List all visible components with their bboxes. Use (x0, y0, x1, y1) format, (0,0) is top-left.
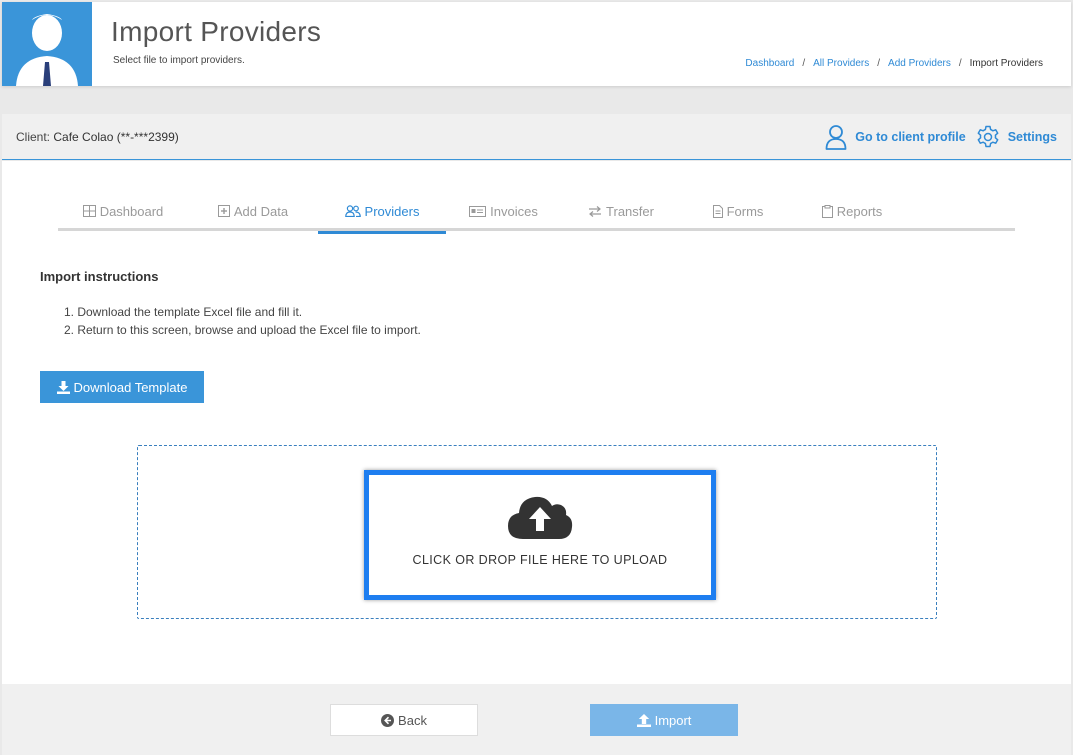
download-icon (56, 380, 70, 394)
footer-bar: Back Import (2, 684, 1071, 755)
page-subtitle: Select file to import providers. (113, 55, 245, 66)
tab-dashboard-label: Dashboard (99, 203, 164, 219)
instruction-step: Return to this screen, browse and upload… (64, 321, 421, 339)
tab-reports[interactable]: Reports (795, 191, 909, 231)
tab-forms-label: Forms (726, 203, 764, 219)
page-title: Import Providers (111, 16, 322, 47)
tab-invoices-label: Invoices (490, 203, 538, 219)
go-to-client-profile-label: Go to client profile (855, 130, 966, 144)
download-template-label: Download Template (73, 379, 188, 395)
user-avatar (2, 2, 92, 86)
exchange-icon (589, 205, 602, 217)
instruction-step: Download the template Excel file and fil… (64, 303, 421, 321)
settings-link[interactable]: Settings (976, 125, 1057, 149)
tab-bar: Dashboard Add Data Providers Invoices Tr… (58, 191, 1015, 234)
download-template-button[interactable]: Download Template (40, 371, 204, 403)
tab-reports-label: Reports (836, 203, 883, 219)
instructions-title: Import instructions (40, 269, 159, 284)
instructions-list: Download the template Excel file and fil… (64, 303, 421, 339)
back-button[interactable]: Back (330, 704, 478, 736)
cloud-upload-icon (508, 496, 573, 539)
upload-icon (636, 713, 651, 727)
import-button[interactable]: Import (590, 704, 738, 736)
back-button-label: Back (398, 712, 427, 728)
client-bar: Client: Cafe Colao (**-***2399) Go to cl… (2, 114, 1071, 160)
tab-add-data-label: Add Data (233, 203, 289, 219)
client-info: Client: Cafe Colao (**-***2399) (16, 130, 179, 144)
breadcrumb-separator: / (958, 58, 962, 69)
gear-icon (977, 125, 999, 148)
tab-add-data[interactable]: Add Data (188, 191, 318, 231)
grid-icon (82, 205, 96, 217)
tab-dashboard[interactable]: Dashboard (58, 191, 188, 231)
clipboard-icon (821, 204, 833, 218)
tab-forms[interactable]: Forms (681, 191, 795, 231)
client-label: Client: (16, 130, 51, 144)
arrow-circle-left-icon (381, 713, 395, 727)
breadcrumb-dashboard[interactable]: Dashboard (745, 58, 794, 69)
file-dropzone[interactable]: CLICK OR DROP FILE HERE TO UPLOAD (137, 445, 937, 619)
breadcrumb-separator: / (802, 58, 806, 69)
upload-instruction-text: CLICK OR DROP FILE HERE TO UPLOAD (412, 553, 668, 567)
breadcrumb-separator: / (877, 58, 881, 69)
import-button-label: Import (654, 712, 692, 728)
document-icon (712, 204, 723, 218)
user-silhouette-icon (16, 14, 78, 86)
tab-providers[interactable]: Providers (318, 191, 446, 234)
tab-transfer-label: Transfer (606, 203, 654, 219)
breadcrumb-add-providers[interactable]: Add Providers (888, 58, 951, 69)
tab-invoices[interactable]: Invoices (446, 191, 561, 231)
user-outline-icon (825, 125, 847, 150)
breadcrumb-current: Import Providers (969, 58, 1043, 69)
go-to-client-profile-link[interactable]: Go to client profile (825, 124, 966, 150)
card-icon (469, 205, 487, 217)
breadcrumb-all-providers[interactable]: All Providers (813, 58, 869, 69)
client-name: Cafe Colao (**-***2399) (53, 130, 179, 144)
breadcrumb: Dashboard / All Providers / Add Provider… (745, 58, 1043, 69)
tab-transfer[interactable]: Transfer (561, 191, 681, 231)
upload-area[interactable]: CLICK OR DROP FILE HERE TO UPLOAD (364, 470, 716, 600)
plus-square-icon (217, 205, 230, 217)
page-header: Import Providers Select file to import p… (2, 2, 1071, 86)
main-content: Dashboard Add Data Providers Invoices Tr… (2, 161, 1071, 684)
tab-providers-label: Providers (364, 203, 420, 219)
users-icon (344, 205, 361, 217)
settings-label: Settings (1007, 130, 1057, 144)
